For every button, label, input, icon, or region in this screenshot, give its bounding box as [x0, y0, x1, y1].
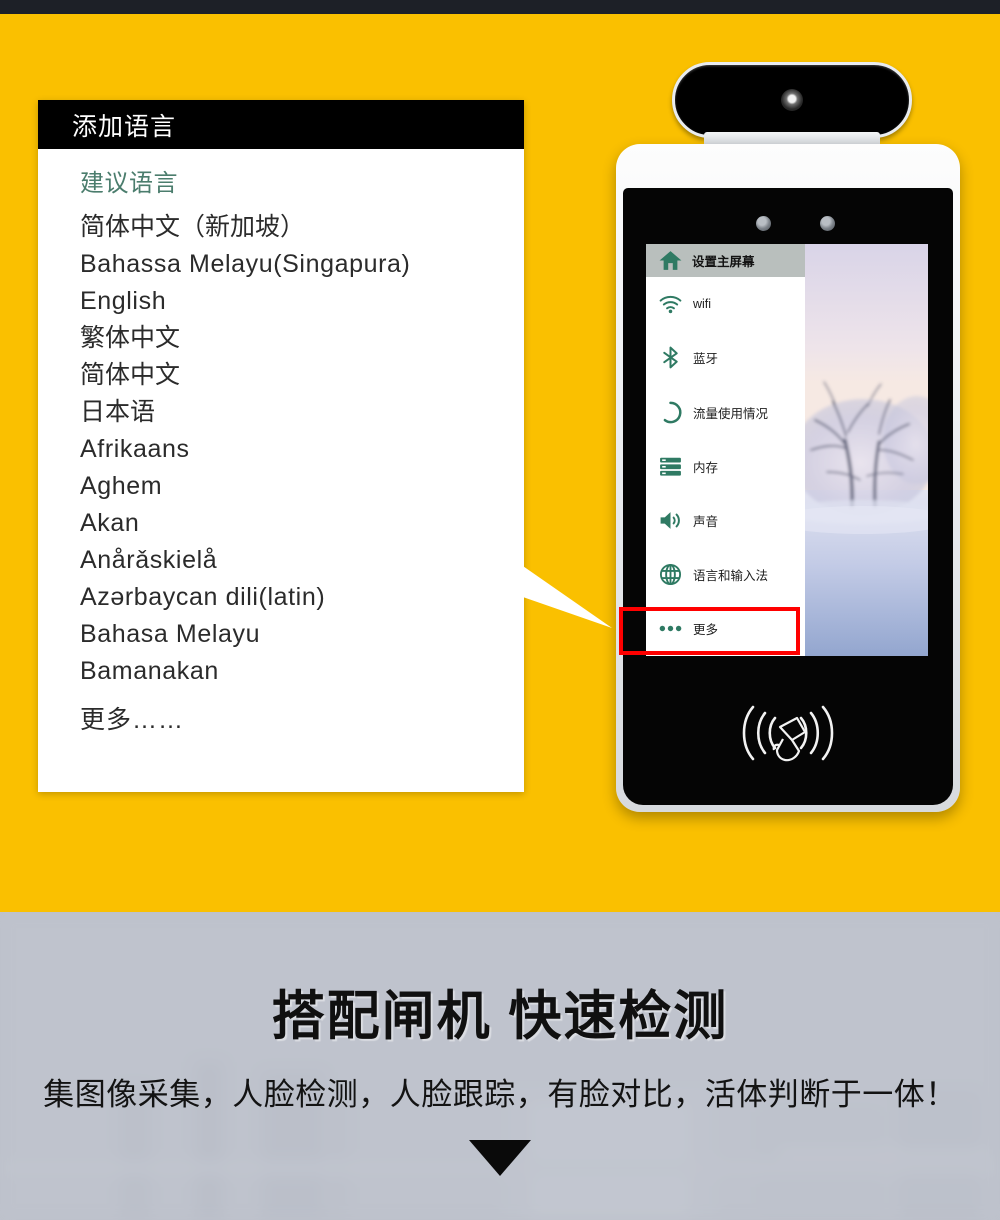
nfc-card-reader-area: [623, 660, 953, 805]
language-list-item[interactable]: Azərbaycan dili(latin): [80, 579, 524, 616]
menu-item-label: 流量使用情况: [693, 406, 769, 421]
language-list-item[interactable]: 繁体中文: [80, 320, 524, 357]
menu-item-label: 声音: [693, 515, 719, 530]
language-list-item[interactable]: Bahasa Melayu: [80, 616, 524, 653]
menu-item-data-usage[interactable]: 流量使用情况: [646, 385, 805, 439]
language-list-item[interactable]: English: [80, 283, 524, 320]
language-input-highlight-box: [619, 607, 800, 655]
lower-text-block: 搭配闸机 快速检测 集图像采集，人脸检测，人脸跟踪，有脸对比，活体判断于一体！: [0, 974, 1000, 1176]
device-screen: 设置主屏幕 wifi 蓝牙 流量使用情况 内存 声音 语言和输入法 更多: [646, 244, 928, 656]
language-list-more[interactable]: 更多……: [80, 700, 524, 736]
hero-yellow-panel: 添加语言 建议语言 简体中文（新加坡） Bahassa Melayu(Singa…: [0, 14, 1000, 912]
language-list-item[interactable]: Bamanakan: [80, 653, 524, 690]
camera-module: [672, 62, 912, 138]
menu-item-label: 内存: [693, 460, 719, 475]
device-body: 设置主屏幕 wifi 蓝牙 流量使用情况 内存 声音 语言和输入法 更多: [616, 144, 960, 812]
language-list-item[interactable]: Afrikaans: [80, 431, 524, 468]
sound-icon: [660, 512, 680, 529]
language-list-item[interactable]: 简体中文（新加坡）: [80, 209, 524, 246]
menu-item-storage[interactable]: 内存: [646, 439, 805, 493]
settings-menu: 设置主屏幕 wifi 蓝牙 流量使用情况 内存 声音 语言和输入法 更多: [646, 244, 805, 656]
lower-headline: 搭配闸机 快速检测: [271, 987, 729, 1046]
bluetooth-icon: [663, 347, 678, 369]
top-dark-strip: [0, 0, 1000, 14]
callout-pointer-arrow: [520, 564, 612, 628]
camera-lens-icon: [781, 89, 803, 111]
wifi-icon: [659, 296, 682, 314]
globe-icon: [659, 564, 682, 586]
nfc-card-reader-icon: [742, 705, 834, 761]
add-language-card-body: 建议语言 简体中文（新加坡） Bahassa Melayu(Singapura)…: [38, 149, 524, 736]
menu-item-wifi[interactable]: wifi: [646, 277, 805, 331]
language-list-item[interactable]: 日本语: [80, 394, 524, 431]
menu-item-label: 语言和输入法: [693, 569, 769, 584]
menu-item-label: wifi: [693, 296, 712, 311]
menu-item-label: 蓝牙: [693, 352, 719, 367]
face-recognition-terminal: 设置主屏幕 wifi 蓝牙 流量使用情况 内存 声音 语言和输入法 更多: [600, 44, 976, 814]
device-front-panel: 设置主屏幕 wifi 蓝牙 流量使用情况 内存 声音 语言和输入法 更多: [623, 188, 953, 805]
lower-subheadline: 集图像采集，人脸检测，人脸跟踪，有脸对比，活体判断于一体！: [43, 1077, 957, 1112]
language-list-item[interactable]: 简体中文: [80, 357, 524, 394]
ir-sensor-left-icon: [756, 216, 771, 231]
menu-item-sound[interactable]: 声音: [646, 493, 805, 547]
add-language-card: 添加语言 建议语言 简体中文（新加坡） Bahassa Melayu(Singa…: [38, 100, 524, 792]
language-list-item[interactable]: Bahassa Melayu(Singapura): [80, 246, 524, 283]
ir-sensor-right-icon: [820, 216, 835, 231]
data-usage-icon: [663, 401, 682, 423]
menu-item-home-screen[interactable]: 设置主屏幕: [646, 244, 805, 277]
winter-tree-wallpaper-art: [805, 244, 928, 656]
home-icon: [659, 250, 682, 270]
chevron-down-triangle-icon[interactable]: [469, 1140, 531, 1176]
menu-item-bluetooth[interactable]: 蓝牙: [646, 331, 805, 385]
suggested-languages-label: 建议语言: [80, 170, 178, 197]
menu-item-language-and-input[interactable]: 语言和输入法: [646, 548, 805, 602]
screen-wallpaper: [805, 244, 928, 656]
language-list-item[interactable]: Anårǎskielå: [80, 542, 524, 579]
lower-gray-panel: 搭配闸机 快速检测 集图像采集，人脸检测，人脸跟踪，有脸对比，活体判断于一体！: [0, 912, 1000, 1220]
add-language-title: 添加语言: [72, 112, 177, 141]
language-list-item[interactable]: Akan: [80, 505, 524, 542]
storage-icon: [660, 457, 681, 476]
menu-item-label: 设置主屏幕: [692, 254, 755, 269]
language-list-item[interactable]: Aghem: [80, 468, 524, 505]
add-language-card-header: 添加语言: [38, 100, 524, 149]
